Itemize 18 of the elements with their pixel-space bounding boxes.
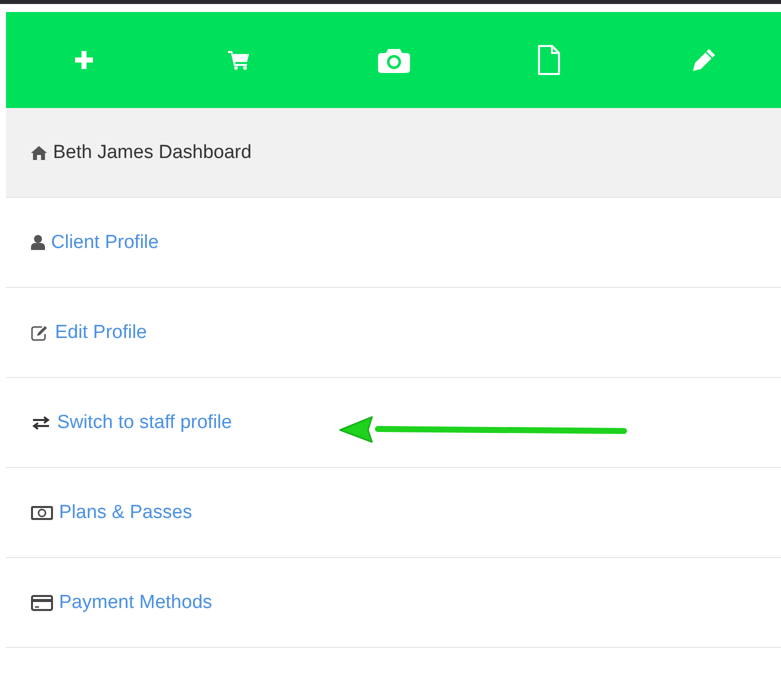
plus-icon [74,51,92,69]
menu-link[interactable]: Client Profile [51,232,159,254]
swap-arrows-icon [31,416,51,430]
edit-icon [31,324,49,340]
dashboard-label: Beth James Dashboard [53,142,252,164]
credit-card-icon [31,594,53,610]
menu-link[interactable]: Switch to staff profile [57,412,232,434]
menu-link[interactable]: Edit Profile [55,322,147,344]
camera-icon [378,47,410,73]
banknote-icon [31,506,53,520]
menu-link[interactable]: Payment Methods [59,592,212,614]
user-icon [31,235,45,250]
dashboard-link[interactable]: Beth James Dashboard [6,108,781,198]
cart-icon [228,50,250,70]
menu-link[interactable]: Plans & Passes [59,502,192,524]
file-icon [536,45,560,75]
pencil-icon [692,48,716,72]
home-icon [31,146,47,160]
